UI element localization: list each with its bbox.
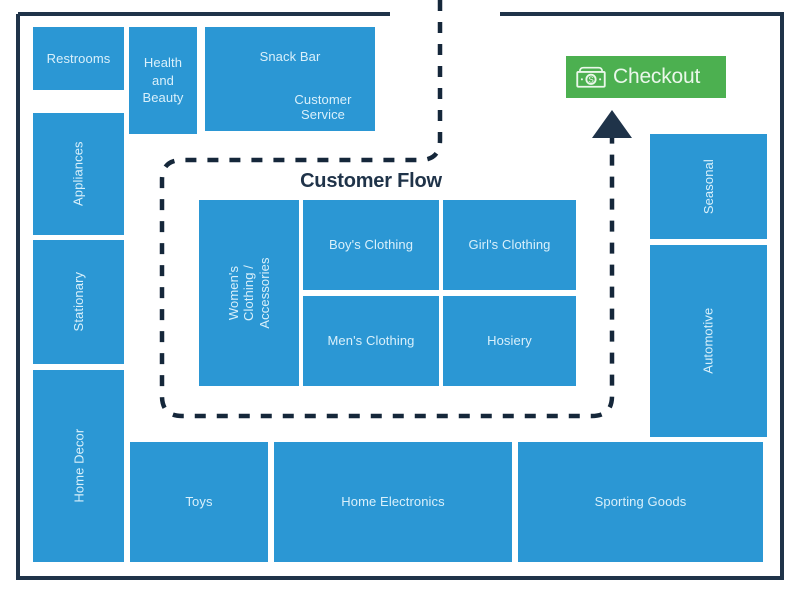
store-floor-plan: Restrooms Appliances Stationary Home Decor H… bbox=[0, 0, 800, 600]
flow-arrowhead-icon bbox=[592, 110, 632, 138]
department-label: Stationary bbox=[70, 272, 86, 332]
department-label: Men's Clothing bbox=[327, 333, 415, 349]
department-label: Restrooms bbox=[46, 50, 111, 66]
department-boy-s-clothing[interactable]: Boy's Clothing bbox=[303, 200, 439, 290]
department-label: Toys bbox=[185, 494, 213, 510]
department-sporting-goods[interactable]: Sporting Goods bbox=[518, 442, 763, 562]
department-customer-service[interactable]: Customer Service bbox=[271, 83, 375, 131]
department-men-s-clothing[interactable]: Men's Clothing bbox=[303, 296, 439, 386]
department-restrooms[interactable]: Restrooms bbox=[33, 27, 124, 90]
department-label: Girl's Clothing bbox=[468, 237, 551, 253]
department-home-electronics[interactable]: Home Electronics bbox=[274, 442, 512, 562]
department-label: Hosiery bbox=[487, 333, 532, 349]
department-label: Appliances bbox=[70, 141, 86, 207]
department-label: Snack Bar bbox=[259, 49, 321, 64]
department-label: Health and Beauty bbox=[142, 55, 184, 106]
department-automotive[interactable]: Automotive bbox=[650, 245, 767, 437]
customer-flow-title: Customer Flow bbox=[300, 170, 442, 192]
department-label: Sporting Goods bbox=[594, 494, 687, 510]
department-label: Customer Service bbox=[294, 91, 352, 122]
checkout-label: Checkout bbox=[613, 65, 701, 88]
department-label: Automotive bbox=[700, 307, 716, 375]
department-appliances[interactable]: Appliances bbox=[33, 113, 124, 235]
department-women-s-clothing-accessories[interactable]: Women's Clothing / Accessories bbox=[199, 200, 299, 386]
department-label: Home Electronics bbox=[341, 494, 445, 510]
department-health-and-beauty[interactable]: Health and Beauty bbox=[129, 27, 197, 134]
department-label: Women's Clothing / Accessories bbox=[226, 257, 272, 329]
money-icon: S bbox=[576, 66, 606, 88]
department-seasonal[interactable]: Seasonal bbox=[650, 134, 767, 239]
department-hosiery[interactable]: Hosiery bbox=[443, 296, 576, 386]
department-label: Seasonal bbox=[700, 158, 716, 214]
department-home-decor[interactable]: Home Decor bbox=[33, 370, 124, 562]
department-toys[interactable]: Toys bbox=[130, 442, 268, 562]
checkout-button[interactable]: S Checkout bbox=[566, 56, 726, 98]
svg-text:S: S bbox=[588, 75, 594, 85]
department-stationary[interactable]: Stationary bbox=[33, 240, 124, 364]
department-label: Boy's Clothing bbox=[328, 237, 414, 253]
department-label: Home Decor bbox=[70, 429, 86, 503]
department-girl-s-clothing[interactable]: Girl's Clothing bbox=[443, 200, 576, 290]
